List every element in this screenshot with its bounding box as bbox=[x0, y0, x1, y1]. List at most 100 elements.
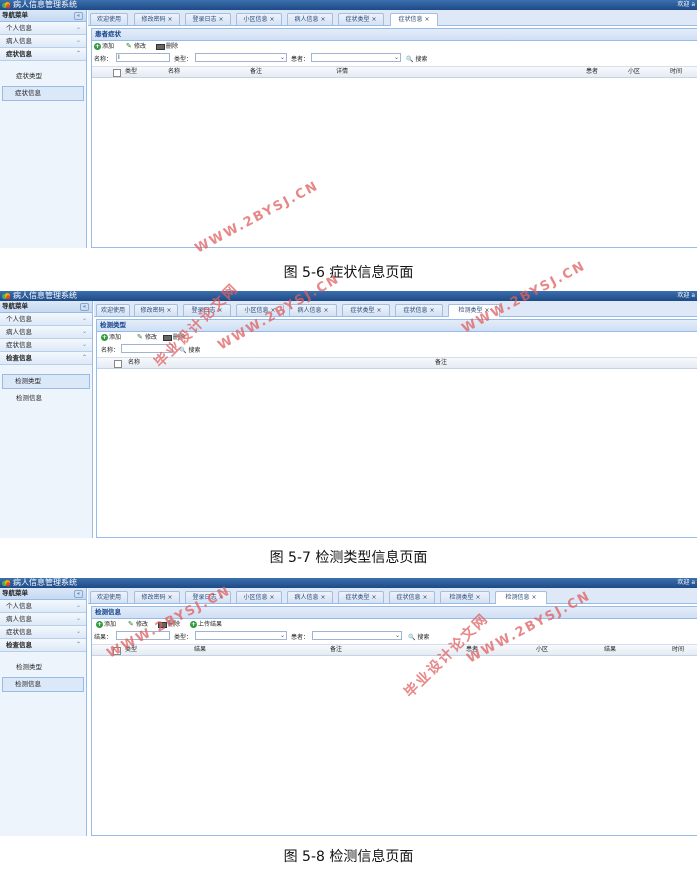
chevron-up-icon: ⌃ bbox=[75, 50, 81, 57]
nav-group-patient[interactable]: 病人信息 ⌄ bbox=[0, 613, 86, 626]
tab-bar: 欢迎使用 修改密码 × 登录日志 × 小区信息 × 病人信息 × 症状类型 × … bbox=[88, 588, 697, 604]
figure-caption: 图 5-8 检测信息页面 bbox=[283, 849, 414, 865]
welcome-text: 欢迎 a bbox=[677, 579, 695, 586]
sub-item-symptom-info[interactable]: 症状信息 bbox=[2, 86, 84, 101]
add-button[interactable]: + 添加 bbox=[94, 41, 114, 52]
nav-group-symptom[interactable]: 症状信息 ⌄ bbox=[0, 626, 86, 639]
tab-patient[interactable]: 病人信息 × bbox=[287, 591, 333, 603]
screenshot-test-info: 病人信息管理系统 欢迎 a 导航菜单 « 个人信息 ⌄ 病人信息 ⌄ 症状信息 ⌄ 检查… bbox=[0, 578, 697, 836]
column-header[interactable]: 类型 bbox=[125, 67, 137, 77]
column-header[interactable]: 患者 bbox=[586, 67, 598, 77]
column-header[interactable]: 时间 bbox=[672, 645, 684, 655]
nav-header: 导航菜单 « bbox=[0, 10, 86, 22]
pencil-icon: ✎ bbox=[128, 620, 134, 628]
collapse-icon[interactable]: « bbox=[80, 303, 89, 311]
select-all-checkbox[interactable] bbox=[114, 360, 122, 368]
column-header[interactable]: 结果 bbox=[194, 645, 206, 655]
tab-welcome[interactable]: 欢迎使用 bbox=[96, 304, 130, 316]
search-button[interactable]: 🔍 搜索 bbox=[408, 632, 429, 641]
app-title: 病人信息管理系统 bbox=[13, 0, 77, 9]
column-header[interactable]: 详情 bbox=[336, 67, 348, 77]
type-select[interactable]: ⌄ bbox=[195, 631, 287, 640]
type-label: 类型： bbox=[174, 634, 193, 641]
chevron-down-icon: ⌄ bbox=[393, 54, 399, 61]
search-bar: 名称： I 类型： ⌄ 患者： ⌄ 🔍 搜索 bbox=[92, 52, 697, 64]
sub-item-test-info[interactable]: 检测信息 bbox=[2, 677, 84, 692]
collapse-icon[interactable]: « bbox=[74, 590, 83, 598]
tab-welcome[interactable]: 欢迎使用 bbox=[90, 13, 128, 25]
tab-login-log[interactable]: 登录日志 × bbox=[185, 13, 231, 25]
app-title: 病人信息管理系统 bbox=[13, 291, 77, 300]
chevron-down-icon: ⌄ bbox=[81, 341, 87, 348]
nav-group-personal[interactable]: 个人信息 ⌄ bbox=[0, 22, 86, 35]
tab-symptom-info[interactable]: 症状信息 × bbox=[389, 591, 435, 603]
nav-group-symptom[interactable]: 症状信息 ⌄ bbox=[0, 339, 92, 352]
column-header[interactable]: 名称 bbox=[168, 67, 180, 77]
tab-symptom-info[interactable]: 症状信息 × bbox=[395, 304, 443, 316]
tab-welcome[interactable]: 欢迎使用 bbox=[90, 591, 128, 603]
upload-result-button[interactable]: + 上传结果 bbox=[190, 619, 222, 630]
patient-select[interactable]: ⌄ bbox=[312, 631, 402, 640]
type-label: 类型： bbox=[174, 56, 193, 63]
tab-symptom-type[interactable]: 症状类型 × bbox=[342, 304, 390, 316]
pencil-icon: ✎ bbox=[126, 42, 132, 50]
nav-header: 导航菜单 « bbox=[0, 301, 92, 313]
sub-item-test-type[interactable]: 检测类型 bbox=[2, 661, 84, 674]
sub-item-symptom-type[interactable]: 症状类型 bbox=[2, 70, 84, 83]
content-panel: 检测信息 + 添加 ✎ 修改 删除 + 上传结果 结果： 类型： ⌄ 患者： ⌄ 🔍 … bbox=[91, 606, 697, 836]
column-header[interactable]: 备注 bbox=[330, 645, 342, 655]
nav-group-personal[interactable]: 个人信息 ⌄ bbox=[0, 313, 92, 326]
tab-change-password[interactable]: 修改密码 × bbox=[134, 591, 180, 603]
tab-change-password[interactable]: 修改密码 × bbox=[134, 304, 178, 316]
nav-group-personal[interactable]: 个人信息 ⌄ bbox=[0, 600, 86, 613]
chevron-down-icon: ⌄ bbox=[75, 24, 81, 31]
search-button[interactable]: 🔍 搜索 bbox=[406, 54, 427, 63]
patient-select[interactable]: ⌄ bbox=[311, 53, 401, 62]
tab-symptom-type[interactable]: 症状类型 × bbox=[338, 591, 384, 603]
type-select[interactable]: ⌄ bbox=[195, 53, 287, 62]
edit-button[interactable]: ✎ 修改 bbox=[126, 41, 146, 52]
app-header: 病人信息管理系统 欢迎 a bbox=[0, 291, 697, 301]
plus-icon: + bbox=[94, 43, 101, 50]
add-button[interactable]: + 添加 bbox=[101, 332, 121, 343]
column-header[interactable]: 小区 bbox=[536, 645, 548, 655]
search-icon: 🔍 bbox=[408, 634, 416, 641]
plus-icon: + bbox=[96, 621, 103, 628]
sidebar: 导航菜单 « 个人信息 ⌄ 病人信息 ⌄ 症状信息 ⌄ 检查信息 ⌃ 检测类型 检测信息 bbox=[0, 588, 87, 836]
grid-header: 类型 名称 备注 详情 患者 小区 时间 bbox=[92, 66, 697, 78]
column-header[interactable]: 备注 bbox=[435, 358, 447, 368]
nav-group-symptom[interactable]: 症状信息 ⌃ bbox=[0, 48, 86, 61]
tab-symptom-info[interactable]: 症状信息 × bbox=[390, 13, 438, 26]
app-header: 病人信息管理系统 欢迎 a bbox=[0, 578, 697, 588]
tab-change-password[interactable]: 修改密码 × bbox=[134, 13, 180, 25]
column-header[interactable]: 时间 bbox=[670, 67, 682, 77]
nav-group-test[interactable]: 检查信息 ⌃ bbox=[0, 352, 92, 365]
column-header[interactable]: 结果 bbox=[604, 645, 616, 655]
sub-item-test-type[interactable]: 检测类型 bbox=[2, 374, 90, 389]
edit-button[interactable]: ✎ 修改 bbox=[137, 332, 157, 343]
column-header[interactable]: 小区 bbox=[628, 67, 640, 77]
tab-community[interactable]: 小区信息 × bbox=[236, 591, 282, 603]
name-input[interactable]: I bbox=[116, 53, 170, 62]
sub-item-test-info[interactable]: 检测信息 bbox=[2, 392, 90, 405]
panel-title: 患者症状 bbox=[92, 29, 697, 41]
nav-group-test[interactable]: 检查信息 ⌃ bbox=[0, 639, 86, 652]
tab-community[interactable]: 小区信息 × bbox=[236, 13, 282, 25]
tab-patient[interactable]: 病人信息 × bbox=[287, 13, 333, 25]
tab-symptom-type[interactable]: 症状类型 × bbox=[338, 13, 384, 25]
collapse-icon[interactable]: « bbox=[74, 12, 83, 20]
chevron-up-icon: ⌃ bbox=[75, 641, 81, 648]
add-button[interactable]: + 添加 bbox=[96, 619, 116, 630]
nav-group-patient[interactable]: 病人信息 ⌄ bbox=[0, 326, 92, 339]
select-all-checkbox[interactable] bbox=[113, 69, 121, 77]
tab-test-info[interactable]: 检测信息 × bbox=[495, 591, 547, 604]
column-header[interactable]: 名称 bbox=[128, 358, 140, 368]
delete-button[interactable]: 删除 bbox=[156, 41, 178, 52]
chevron-down-icon: ⌄ bbox=[81, 328, 87, 335]
app-header: 病人信息管理系统 欢迎 a bbox=[0, 0, 697, 10]
tab-test-type[interactable]: 检测类型 × bbox=[440, 591, 490, 603]
column-header[interactable]: 备注 bbox=[250, 67, 262, 77]
nav-group-patient[interactable]: 病人信息 ⌄ bbox=[0, 35, 86, 48]
chevron-down-icon: ⌄ bbox=[81, 315, 87, 322]
sidebar: 导航菜单 « 个人信息 ⌄ 病人信息 ⌄ 症状信息 ⌃ 症状类型 症状信息 bbox=[0, 10, 87, 248]
